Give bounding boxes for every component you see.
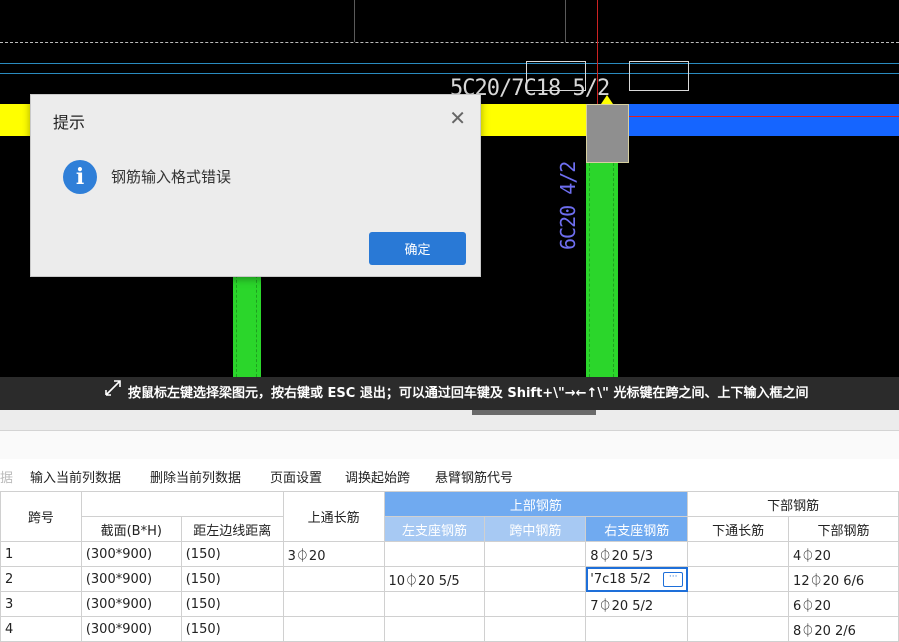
header-left-support: 左支座钢筋 [383, 516, 486, 542]
column-green[interactable] [586, 163, 618, 377]
cell-span[interactable]: 4 [0, 616, 82, 642]
grid-dash-line [0, 42, 899, 43]
cell-section[interactable]: (300*900) [80, 616, 182, 642]
header-bottom-rebar: 下部钢筋 [788, 516, 899, 542]
cell-section[interactable]: (300*900) [80, 541, 182, 567]
dialog-message: 钢筋输入格式错误 [111, 168, 232, 186]
splitter-grip[interactable] [472, 410, 596, 415]
panel-header [0, 431, 899, 459]
ok-button[interactable]: 确定 [369, 232, 466, 265]
cell-top-through[interactable] [282, 566, 385, 592]
header-section: 截面(B*H) [80, 516, 182, 542]
cell-bottom-rebar[interactable]: 4⏀20 [788, 541, 899, 567]
cantilever-code-button[interactable]: 悬臂钢筋代号 [435, 467, 513, 486]
page-settings-button[interactable]: 页面设置 [270, 467, 322, 486]
cell-section[interactable]: (300*900) [80, 591, 182, 617]
rebar-table: 跨号 上通长筋 上部钢筋 下部钢筋 截面(B*H) 距左边线距离 左支座钢筋 跨… [0, 491, 899, 642]
status-bar: 按鼠标左键选择梁图元，按右键或 ESC 退出；可以通过回车键及 Shift+\"… [0, 377, 899, 410]
table-row[interactable]: 1 (300*900) (150) 3⏀20 8⏀20 5/3 4⏀20 [0, 541, 899, 567]
error-dialog: 提示 ✕ i 钢筋输入格式错误 确定 [30, 94, 481, 277]
cell-left-support[interactable] [383, 616, 486, 642]
cursor-arrows-icon [104, 377, 122, 410]
header-span-no: 跨号 [0, 491, 82, 542]
cell-mid-span[interactable] [484, 616, 587, 642]
more-icon[interactable]: ··· [663, 572, 684, 587]
cell-left-support[interactable] [383, 591, 486, 617]
toolbar-item-truncated[interactable]: 据 [0, 467, 13, 486]
cell-offset[interactable]: (150) [180, 591, 284, 617]
delete-column-data-button[interactable]: 删除当前列数据 [150, 467, 241, 486]
header-bottom-through: 下通长筋 [687, 516, 790, 542]
header-blank [80, 491, 284, 517]
cell-mid-span[interactable] [484, 591, 587, 617]
header-mid-span: 跨中钢筋 [484, 516, 587, 542]
cell-top-through[interactable] [282, 616, 385, 642]
cell-section[interactable]: (300*900) [80, 566, 182, 592]
column-section[interactable] [586, 104, 629, 163]
header-offset: 距左边线距离 [180, 516, 284, 542]
cell-offset[interactable]: (150) [180, 616, 284, 642]
grid-line [354, 0, 355, 42]
input-column-data-button[interactable]: 输入当前列数据 [30, 467, 121, 486]
header-right-support: 右支座钢筋 [585, 516, 689, 542]
info-icon: i [63, 160, 97, 194]
rebar-toolbar: 据 输入当前列数据 删除当前列数据 页面设置 调换起始跨 悬臂钢筋代号 [0, 459, 899, 491]
swap-start-span-button[interactable]: 调换起始跨 [345, 467, 410, 486]
column-label: 6C20 4/2 [556, 161, 580, 250]
header-top-through: 上通长筋 [282, 491, 385, 542]
cell-span[interactable]: 2 [0, 566, 82, 592]
cell-right-support[interactable] [585, 616, 689, 642]
cell-bottom-through[interactable] [687, 591, 790, 617]
cell-mid-span[interactable] [484, 566, 587, 592]
table-row[interactable]: 4 (300*900) (150) 8⏀20 2/6 [0, 616, 899, 642]
cell-right-support-editing[interactable]: '7c18 5/2 ··· [585, 566, 689, 592]
beam-center-line [628, 116, 899, 117]
table-row[interactable]: 2 (300*900) (150) 10⏀20 5/5 '7c18 5/2 ···… [0, 566, 899, 592]
cell-span[interactable]: 3 [0, 591, 82, 617]
panel-splitter[interactable] [0, 410, 899, 431]
cell-edit-value[interactable]: '7c18 5/2 [590, 572, 651, 587]
cell-left-support[interactable]: 10⏀20 5/5 [383, 566, 486, 592]
beam-selected[interactable] [628, 104, 899, 136]
column-green[interactable] [233, 270, 261, 377]
beam-end-marker [601, 95, 613, 104]
cell-right-support[interactable]: 7⏀20 5/2 [585, 591, 689, 617]
header-top-rebar-group: 上部钢筋 [383, 491, 689, 517]
cell-bottom-rebar[interactable]: 12⏀20 6/6 [788, 566, 899, 592]
cell-bottom-through[interactable] [687, 616, 790, 642]
cell-top-through[interactable]: 3⏀20 [282, 541, 385, 567]
grid-line [565, 0, 566, 42]
cell-mid-span[interactable] [484, 541, 587, 567]
axis-line [0, 73, 899, 74]
cell-offset[interactable]: (150) [180, 541, 284, 567]
dialog-title: 提示 [53, 113, 86, 132]
cell-offset[interactable]: (150) [180, 566, 284, 592]
cell-bottom-through[interactable] [687, 541, 790, 567]
cell-bottom-rebar[interactable]: 8⏀20 2/6 [788, 616, 899, 642]
cell-span[interactable]: 1 [0, 541, 82, 567]
axis-line [0, 63, 899, 64]
header-bottom-rebar-group: 下部钢筋 [687, 491, 899, 517]
cell-bottom-through[interactable] [687, 566, 790, 592]
cell-bottom-rebar[interactable]: 6⏀20 [788, 591, 899, 617]
status-text: 按鼠标左键选择梁图元，按右键或 ESC 退出；可以通过回车键及 Shift+\"… [128, 386, 809, 401]
cell-top-through[interactable] [282, 591, 385, 617]
annotation-box [629, 61, 689, 91]
table-row[interactable]: 3 (300*900) (150) 7⏀20 5/2 6⏀20 [0, 591, 899, 617]
cell-right-support[interactable]: 8⏀20 5/3 [585, 541, 689, 567]
cell-left-support[interactable] [383, 541, 486, 567]
close-icon[interactable]: ✕ [449, 106, 466, 130]
